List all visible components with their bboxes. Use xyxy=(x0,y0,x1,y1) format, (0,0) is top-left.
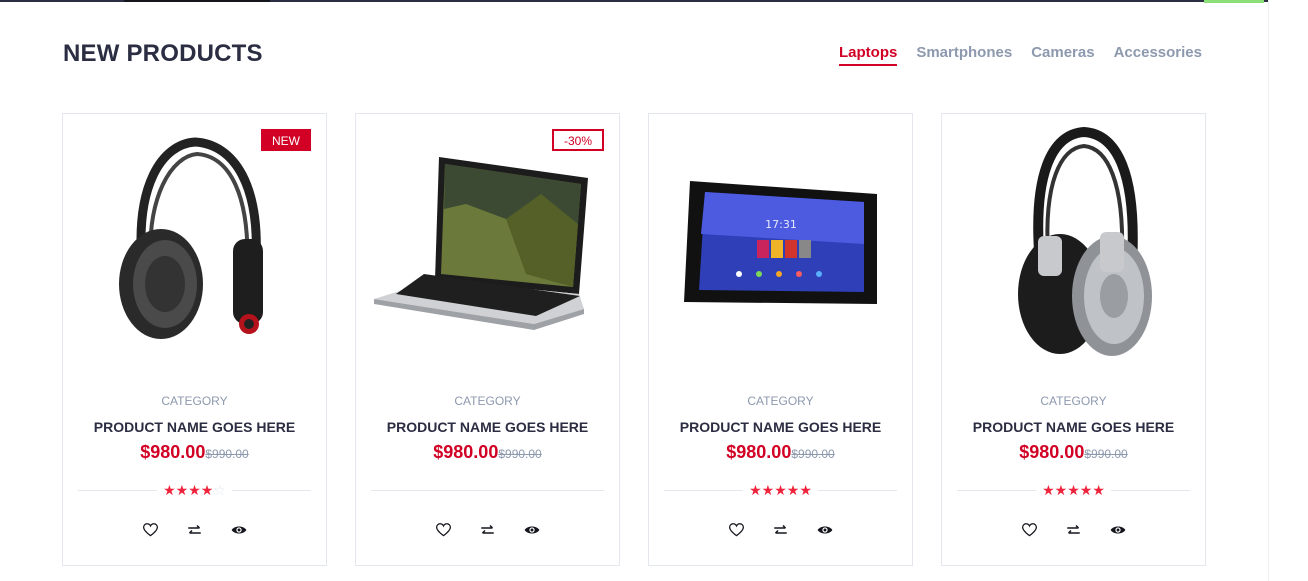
product-category: CATEGORY xyxy=(747,394,814,408)
tab-laptops[interactable]: Laptops xyxy=(839,44,898,66)
star-icon: ★ xyxy=(1092,482,1105,498)
product-actions xyxy=(649,520,912,540)
tablet-icon[interactable]: 17:31 xyxy=(659,124,902,364)
exchange-icon xyxy=(1067,524,1080,534)
product-category: CATEGORY xyxy=(454,394,521,408)
heart-icon xyxy=(1022,523,1037,537)
tab-smartphones[interactable]: Smartphones xyxy=(916,44,1012,66)
headphones-silver-icon[interactable] xyxy=(952,124,1195,364)
product-category: CATEGORY xyxy=(1040,394,1107,408)
star-empty-icon: ☆ xyxy=(213,482,226,498)
product-name[interactable]: PRODUCT NAME GOES HERE xyxy=(649,419,912,435)
star-icon: ★ xyxy=(200,482,214,498)
old-price: $990.00 xyxy=(1084,447,1128,461)
new-badge: NEW xyxy=(261,129,311,151)
section-title: NEW PRODUCTS xyxy=(63,40,263,67)
old-price: $990.00 xyxy=(498,447,542,461)
compare-button[interactable] xyxy=(1064,520,1084,540)
wishlist-button[interactable] xyxy=(727,520,747,540)
eye-icon xyxy=(817,526,832,534)
heart-icon xyxy=(436,523,451,537)
star-icon: ★ xyxy=(1067,482,1080,498)
eye-icon xyxy=(231,526,246,534)
compare-button[interactable] xyxy=(478,520,498,540)
product-rating: ★★★★☆ xyxy=(63,481,326,499)
product-actions xyxy=(356,520,619,540)
discount-badge: -30% xyxy=(551,129,604,151)
compare-button[interactable] xyxy=(185,520,205,540)
right-divider xyxy=(1268,0,1269,581)
star-icon: ★ xyxy=(1079,482,1093,498)
product-price: $980.00$990.00 xyxy=(63,442,326,463)
star-icon: ★ xyxy=(799,482,812,498)
star-icon: ★ xyxy=(163,482,176,498)
quick-view-button[interactable] xyxy=(1108,520,1128,540)
quick-view-button[interactable] xyxy=(229,520,249,540)
product-name[interactable]: PRODUCT NAME GOES HERE xyxy=(63,419,326,435)
product-name[interactable]: PRODUCT NAME GOES HERE xyxy=(356,419,619,435)
current-price: $980.00 xyxy=(1019,442,1085,462)
product-actions xyxy=(63,520,326,540)
heart-icon xyxy=(729,523,744,537)
star-icon: ★ xyxy=(774,482,787,498)
svg-text:17:31: 17:31 xyxy=(765,218,797,231)
quick-view-button[interactable] xyxy=(522,520,542,540)
exchange-icon xyxy=(481,524,494,534)
product-card[interactable]: 17:31 CATEGORY PRODUCT NAME GOES HERE $9… xyxy=(648,113,913,566)
product-name[interactable]: PRODUCT NAME GOES HERE xyxy=(942,419,1205,435)
product-card[interactable]: NEW CATEGORY PRODUCT NAME GOES HERE $980… xyxy=(62,113,327,566)
product-rating: ★★★★★ xyxy=(649,481,912,499)
old-price: $990.00 xyxy=(205,447,249,461)
top-border-accent xyxy=(1204,0,1264,3)
eye-icon xyxy=(524,526,539,534)
exchange-icon xyxy=(774,524,787,534)
star-icon: ★ xyxy=(188,482,201,498)
tab-accessories[interactable]: Accessories xyxy=(1114,44,1202,66)
star-icon: ★ xyxy=(786,482,800,498)
wishlist-button[interactable] xyxy=(1020,520,1040,540)
product-actions xyxy=(942,520,1205,540)
current-price: $980.00 xyxy=(140,442,206,462)
old-price: $990.00 xyxy=(791,447,835,461)
star-icon: ★ xyxy=(761,482,775,498)
heart-icon xyxy=(143,523,158,537)
product-rating: ★★★★★ xyxy=(942,481,1205,499)
product-price: $980.00$990.00 xyxy=(356,442,619,463)
tab-cameras[interactable]: Cameras xyxy=(1031,44,1094,66)
wishlist-button[interactable] xyxy=(434,520,454,540)
product-price: $980.00$990.00 xyxy=(649,442,912,463)
star-icon: ★ xyxy=(1054,482,1068,498)
exchange-icon xyxy=(188,524,201,534)
laptop-icon[interactable] xyxy=(366,124,609,364)
star-icon: ★ xyxy=(1042,482,1055,498)
top-border-highlight xyxy=(124,0,270,2)
star-icon: ★ xyxy=(175,482,189,498)
product-card[interactable]: -30% CATEGORY PRODUCT NAME GOES HERE $98… xyxy=(355,113,620,566)
product-list: NEW CATEGORY PRODUCT NAME GOES HERE $980… xyxy=(62,113,1206,566)
compare-button[interactable] xyxy=(771,520,791,540)
current-price: $980.00 xyxy=(726,442,792,462)
eye-icon xyxy=(1110,526,1125,534)
current-price: $980.00 xyxy=(433,442,499,462)
product-price: $980.00$990.00 xyxy=(942,442,1205,463)
quick-view-button[interactable] xyxy=(815,520,835,540)
product-card[interactable]: CATEGORY PRODUCT NAME GOES HERE $980.00$… xyxy=(941,113,1206,566)
product-category: CATEGORY xyxy=(161,394,228,408)
category-tabs: Laptops Smartphones Cameras Accessories xyxy=(839,44,1202,66)
star-icon: ★ xyxy=(749,482,762,498)
headphones-black-icon[interactable] xyxy=(73,124,316,364)
wishlist-button[interactable] xyxy=(141,520,161,540)
divider xyxy=(371,490,604,491)
